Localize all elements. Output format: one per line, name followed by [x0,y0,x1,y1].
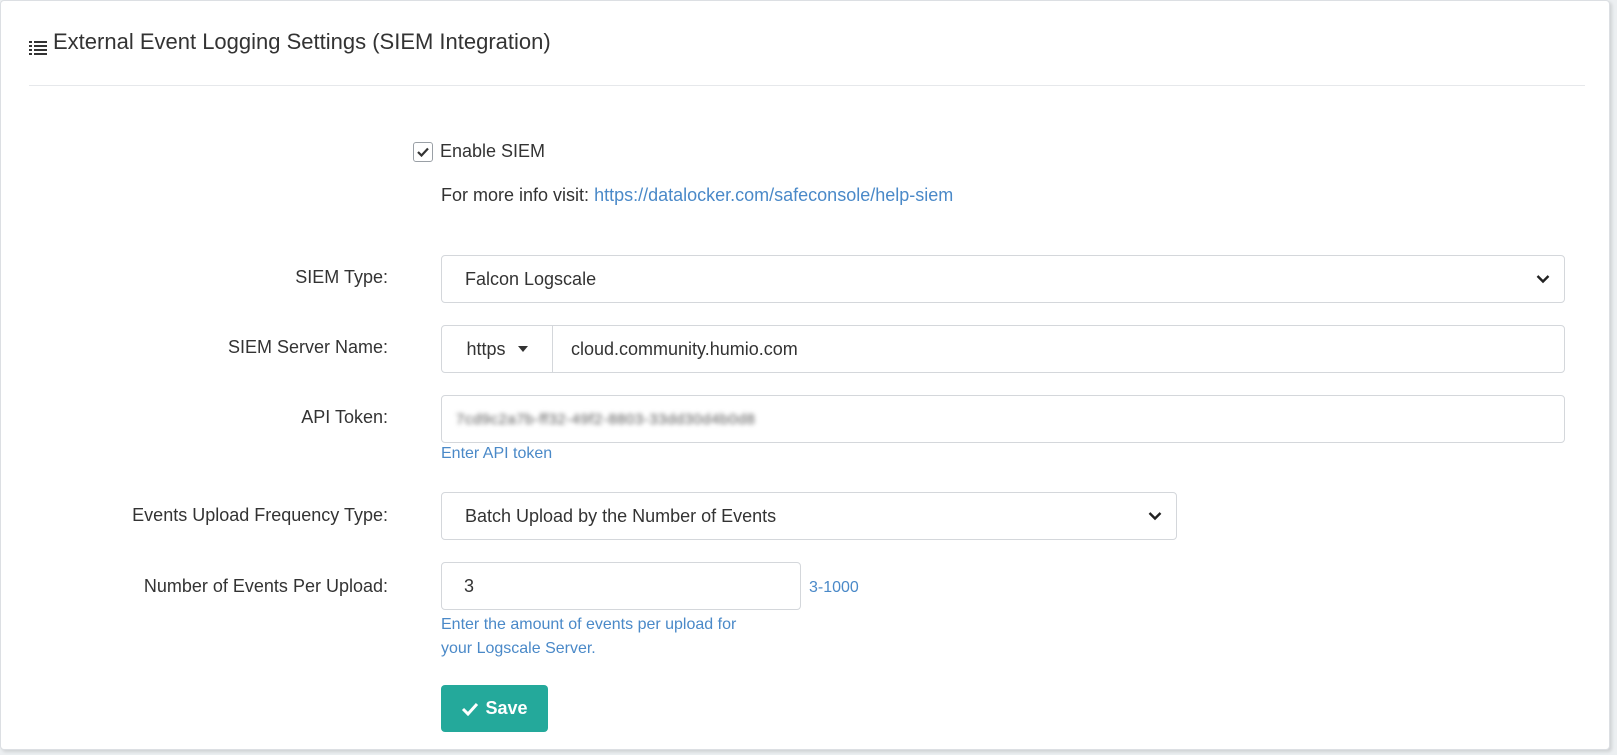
frequency-label: Events Upload Frequency Type: [132,505,388,525]
events-per-upload-value: 3 [464,575,475,596]
events-per-upload-input[interactable]: 3 [441,562,801,610]
enable-siem-row: Enable SIEM [413,141,545,162]
protocol-value: https [466,338,506,359]
help-link[interactable]: https://datalocker.com/safeconsole/help-… [594,185,953,205]
check-icon [461,702,479,716]
events-help-line2: your Logscale Server. [441,640,596,657]
api-token-input[interactable]: 7cd9c2a7b-ff32-49f2-8803-33dd30d4b0d8 [441,395,1565,443]
frequency-value: Batch Upload by the Number of Events [465,505,777,526]
checkmark-icon [417,147,429,157]
caret-down-icon [517,346,528,352]
header-divider [29,85,1585,86]
enable-siem-checkbox[interactable] [413,141,433,162]
api-token-help: Enter API token [441,445,553,462]
enable-siem-label[interactable]: Enable SIEM [440,141,545,162]
events-help-line1: Enter the amount of events per upload fo… [441,616,737,633]
events-per-upload-help: Enter the amount of events per upload fo… [441,613,736,661]
siem-type-label: SIEM Type: [295,267,388,287]
info-prefix: For more info visit: [441,185,590,205]
panel-header: External Event Logging Settings (SIEM In… [29,29,551,55]
server-name-group: https cloud.community.humio.com [441,325,1565,373]
events-per-upload-label: Number of Events Per Upload: [143,576,388,596]
siem-type-value: Falcon Logscale [465,268,597,289]
page-title: External Event Logging Settings (SIEM In… [53,29,551,54]
save-label: Save [485,698,528,718]
chevron-down-icon [1148,512,1162,521]
siem-type-select[interactable]: Falcon Logscale [441,255,1565,303]
frequency-select[interactable]: Batch Upload by the Number of Events [441,492,1177,540]
api-token-value: 7cd9c2a7b-ff32-49f2-8803-33dd30d4b0d8 [456,410,756,428]
api-token-label: API Token: [301,407,388,427]
range-hint: 3-1000 [809,579,859,596]
server-name-label: SIEM Server Name: [227,337,388,357]
chevron-down-icon [1536,275,1550,284]
save-button[interactable]: Save [441,685,548,732]
server-name-input[interactable]: cloud.community.humio.com [553,339,798,360]
info-text: For more info visit: https://datalocker.… [441,185,953,206]
protocol-dropdown[interactable]: https [442,326,553,372]
siem-settings-card: External Event Logging Settings (SIEM In… [0,0,1610,750]
list-icon [29,35,47,55]
